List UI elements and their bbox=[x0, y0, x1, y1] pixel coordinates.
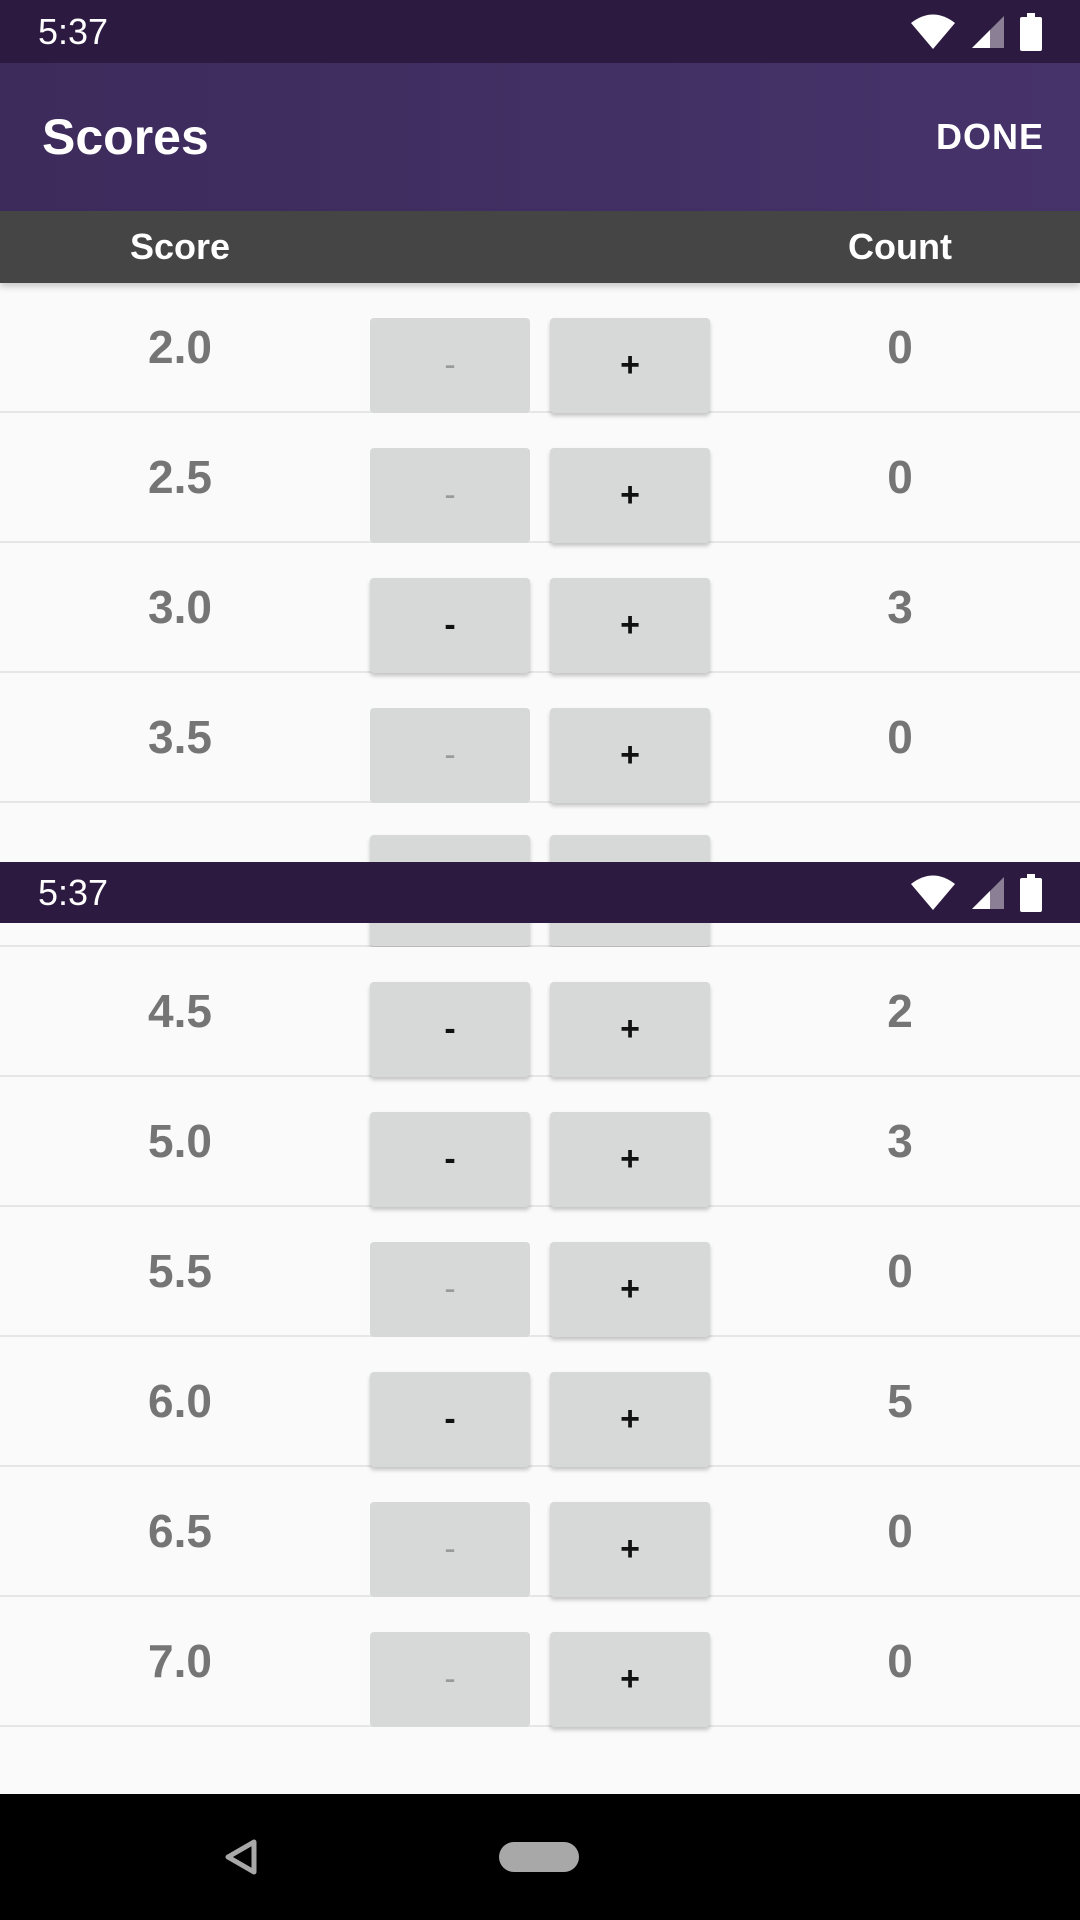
decrement-button[interactable]: - bbox=[370, 708, 530, 803]
app-bar: Scores DONE bbox=[0, 63, 1080, 211]
increment-button[interactable]: + bbox=[550, 448, 710, 543]
decrement-button[interactable]: - bbox=[370, 1632, 530, 1727]
signal-icon bbox=[972, 877, 1004, 909]
count-value: 3 bbox=[887, 581, 913, 633]
list-item-partial bbox=[0, 798, 1080, 862]
increment-button[interactable]: + bbox=[550, 1632, 710, 1727]
table-row: 3.0 - +3 bbox=[0, 543, 1080, 673]
score-list-partial-top bbox=[0, 798, 1080, 862]
page-title: Scores bbox=[42, 109, 209, 165]
decrement-button[interactable] bbox=[370, 835, 530, 862]
increment-button[interactable] bbox=[550, 835, 710, 862]
score-value: 7.0 bbox=[148, 1635, 212, 1687]
count-value: 0 bbox=[887, 1245, 913, 1297]
status-bar: 5:37 bbox=[0, 0, 1080, 63]
increment-button[interactable]: + bbox=[550, 578, 710, 673]
increment-button[interactable]: + bbox=[550, 1112, 710, 1207]
table-row: 4.5 - +2 bbox=[0, 947, 1080, 1077]
wifi-icon bbox=[911, 875, 955, 910]
count-value: 0 bbox=[887, 321, 913, 373]
score-value: 5.5 bbox=[148, 1245, 212, 1297]
back-icon[interactable] bbox=[222, 1838, 260, 1876]
score-value: 3.5 bbox=[148, 711, 212, 763]
status-time: 5:37 bbox=[38, 11, 109, 52]
score-value: 5.0 bbox=[148, 1115, 212, 1167]
decrement-button[interactable] bbox=[370, 923, 530, 946]
signal-icon bbox=[972, 16, 1004, 48]
table-row: 2.5 - +0 bbox=[0, 413, 1080, 543]
count-value: 0 bbox=[887, 1635, 913, 1687]
score-list-partial-bottom bbox=[0, 923, 1080, 947]
count-value: 3 bbox=[887, 1115, 913, 1167]
score-value: 6.5 bbox=[148, 1505, 212, 1557]
count-value: 2 bbox=[887, 985, 913, 1037]
table-row: 7.0 - +0 bbox=[0, 1597, 1080, 1727]
status-icons bbox=[910, 873, 1042, 913]
increment-button[interactable]: + bbox=[550, 982, 710, 1077]
home-pill-icon[interactable] bbox=[499, 1842, 579, 1872]
table-row: 3.5 - +0 bbox=[0, 673, 1080, 803]
table-row: 2.0 - +0 bbox=[0, 283, 1080, 413]
decrement-button[interactable]: - bbox=[370, 578, 530, 673]
status-icons bbox=[910, 12, 1042, 52]
increment-button[interactable] bbox=[550, 923, 710, 946]
increment-button[interactable]: + bbox=[550, 708, 710, 803]
table-row: 5.0 - +3 bbox=[0, 1077, 1080, 1207]
increment-button[interactable]: + bbox=[550, 1242, 710, 1337]
wifi-icon bbox=[911, 14, 955, 49]
list-item-partial bbox=[0, 923, 1080, 947]
score-list-bottom: 4.5- +2 5.0- +3 5.5- +0 6.0- +5 6.5- +0 7.0- +0 bbox=[0, 947, 1080, 1727]
table-header: Score Count bbox=[0, 211, 1080, 283]
score-value: 2.5 bbox=[148, 451, 212, 503]
increment-button[interactable]: + bbox=[550, 1372, 710, 1467]
count-value: 0 bbox=[887, 711, 913, 763]
battery-icon bbox=[1020, 13, 1042, 51]
decrement-button[interactable]: - bbox=[370, 318, 530, 413]
increment-button[interactable]: + bbox=[550, 318, 710, 413]
count-value: 0 bbox=[887, 1505, 913, 1557]
status-bar-overlay: 5:37 bbox=[0, 862, 1080, 923]
decrement-button[interactable]: - bbox=[370, 1112, 530, 1207]
table-row: 6.5 - +0 bbox=[0, 1467, 1080, 1597]
navigation-bar bbox=[0, 1794, 1080, 1920]
count-value: 0 bbox=[887, 451, 913, 503]
score-value: 4.5 bbox=[148, 985, 212, 1037]
count-value: 5 bbox=[887, 1375, 913, 1427]
score-list-top: 2.0- +0 2.5- +0 3.0- +3 3.5- +0 bbox=[0, 283, 1080, 803]
table-row: 5.5 - +0 bbox=[0, 1207, 1080, 1337]
done-button[interactable]: DONE bbox=[932, 107, 1048, 167]
score-value: 6.0 bbox=[148, 1375, 212, 1427]
decrement-button[interactable]: - bbox=[370, 1372, 530, 1467]
table-row: 6.0 - +5 bbox=[0, 1337, 1080, 1467]
score-value: 2.0 bbox=[148, 321, 212, 373]
decrement-button[interactable]: - bbox=[370, 448, 530, 543]
decrement-button[interactable]: - bbox=[370, 1242, 530, 1337]
column-header-score: Score bbox=[129, 226, 231, 267]
decrement-button[interactable]: - bbox=[370, 1502, 530, 1597]
increment-button[interactable]: + bbox=[550, 1502, 710, 1597]
score-value: 3.0 bbox=[148, 581, 212, 633]
decrement-button[interactable]: - bbox=[370, 982, 530, 1077]
column-header-count: Count bbox=[848, 226, 952, 267]
battery-icon bbox=[1020, 874, 1042, 912]
status-time: 5:37 bbox=[38, 872, 109, 913]
